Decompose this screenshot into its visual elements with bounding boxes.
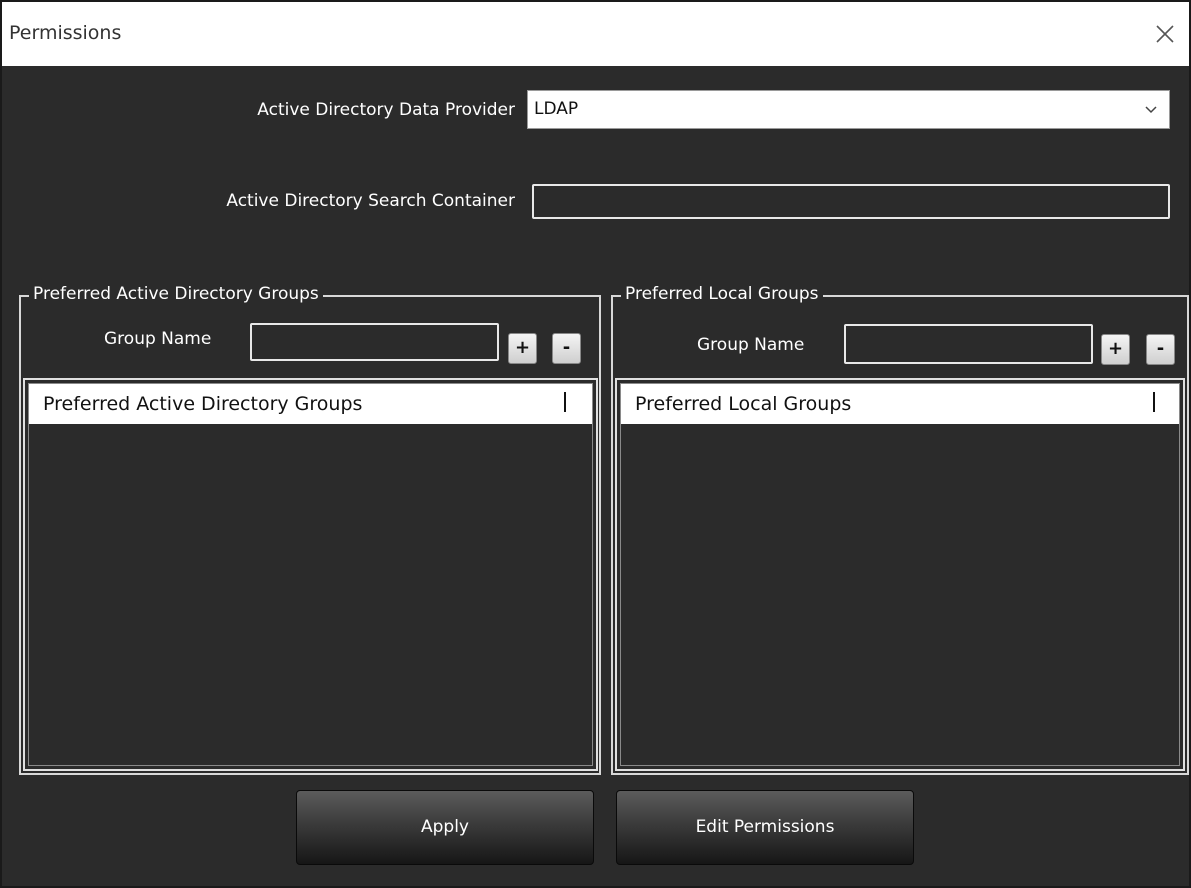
close-icon xyxy=(1156,25,1174,43)
ad-groups-legend: Preferred Active Directory Groups xyxy=(29,284,323,304)
edit-permissions-button[interactable]: Edit Permissions xyxy=(616,790,914,865)
chevron-down-icon xyxy=(1145,106,1157,114)
local-group-name-label: Group Name xyxy=(697,335,805,355)
local-groups-legend: Preferred Local Groups xyxy=(621,284,823,304)
dialog-body: Active Directory Data Provider LDAP Acti… xyxy=(2,66,1189,886)
ad-groups-list-header[interactable]: Preferred Active Directory Groups xyxy=(29,384,592,424)
local-remove-group-button[interactable]: - xyxy=(1146,334,1175,365)
provider-label: Active Directory Data Provider xyxy=(257,100,515,120)
ad-groups-list[interactable]: Preferred Active Directory Groups xyxy=(23,378,598,771)
column-resize-handle[interactable] xyxy=(1153,392,1155,412)
local-groups-list[interactable]: Preferred Local Groups xyxy=(615,378,1185,771)
close-button[interactable] xyxy=(1147,16,1183,52)
local-groups-column-header: Preferred Local Groups xyxy=(635,393,852,415)
local-group-name-input[interactable] xyxy=(844,324,1093,364)
provider-select[interactable]: LDAP xyxy=(527,90,1170,129)
ad-add-group-button[interactable]: + xyxy=(508,333,537,364)
ad-remove-group-button[interactable]: - xyxy=(552,333,581,364)
apply-button[interactable]: Apply xyxy=(296,790,594,865)
ad-groups-list-inner: Preferred Active Directory Groups xyxy=(28,383,593,766)
ad-group-name-input[interactable] xyxy=(250,323,499,361)
window-title: Permissions xyxy=(9,22,122,44)
search-container-label: Active Directory Search Container xyxy=(226,191,515,211)
local-groups-list-inner: Preferred Local Groups xyxy=(620,383,1180,766)
ad-groups-column-header: Preferred Active Directory Groups xyxy=(43,393,363,415)
provider-select-value: LDAP xyxy=(534,99,579,119)
permissions-dialog: Permissions Active Directory Data Provid… xyxy=(0,0,1191,888)
column-resize-handle[interactable] xyxy=(564,392,566,412)
title-bar: Permissions xyxy=(2,2,1189,66)
search-container-input[interactable] xyxy=(532,184,1170,219)
local-groups-list-header[interactable]: Preferred Local Groups xyxy=(621,384,1179,424)
local-add-group-button[interactable]: + xyxy=(1101,334,1130,365)
ad-group-name-label: Group Name xyxy=(104,329,212,349)
